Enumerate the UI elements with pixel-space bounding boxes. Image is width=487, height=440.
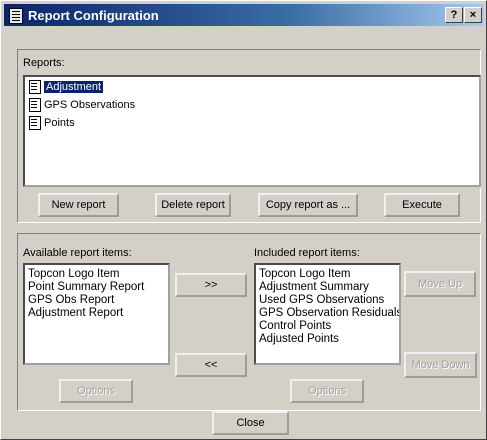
included-item[interactable]: Adjustment Summary	[259, 280, 369, 294]
copy-report-as-button[interactable]: Copy report as ...	[258, 193, 358, 217]
report-item-label: Adjustment	[42, 80, 105, 94]
help-button[interactable]: ?	[445, 7, 463, 23]
included-item[interactable]: GPS Observation Residuals	[259, 306, 399, 320]
reports-list[interactable]: Adjustment GPS Observations Points	[23, 75, 481, 187]
move-up-button[interactable]: Move Up	[404, 271, 476, 297]
included-item[interactable]: Topcon Logo Item	[259, 267, 350, 281]
reports-label: Reports:	[23, 57, 65, 69]
report-app-icon	[9, 8, 23, 24]
report-icon	[29, 98, 41, 113]
report-item-label: Points	[44, 117, 75, 129]
available-items-list[interactable]: Topcon Logo Item Point Summary Report GP…	[23, 263, 170, 365]
report-icon	[29, 116, 41, 131]
report-configuration-dialog: Report Configuration ? × Reports: Adjust…	[0, 0, 487, 440]
add-item-button[interactable]: >>	[175, 273, 247, 297]
move-down-button[interactable]: Move Down	[404, 352, 477, 378]
available-items-label: Available report items:	[23, 247, 132, 259]
remove-item-button[interactable]: <<	[175, 353, 247, 377]
report-item-label: GPS Observations	[44, 99, 136, 111]
execute-button[interactable]: Execute	[384, 193, 460, 217]
title-bar[interactable]: Report Configuration ? ×	[4, 4, 484, 26]
included-options-button[interactable]: Options	[290, 379, 364, 403]
new-report-button[interactable]: New report	[38, 193, 119, 217]
delete-report-button[interactable]: Delete report	[155, 193, 231, 217]
window-title: Report Configuration	[28, 8, 159, 23]
included-item[interactable]: Adjusted Points	[259, 332, 339, 346]
available-options-button[interactable]: Options	[59, 379, 133, 403]
available-item[interactable]: Point Summary Report	[28, 280, 144, 294]
included-items-list[interactable]: Topcon Logo Item Adjustment Summary Used…	[254, 263, 401, 365]
report-item-adjustment[interactable]: Adjustment	[29, 80, 105, 95]
close-window-button[interactable]: ×	[464, 7, 482, 23]
included-item[interactable]: Control Points	[259, 319, 331, 333]
close-button[interactable]: Close	[212, 411, 289, 435]
report-icon	[29, 80, 41, 95]
available-item[interactable]: Topcon Logo Item	[28, 267, 119, 281]
included-items-label: Included report items:	[254, 247, 360, 259]
included-item[interactable]: Used GPS Observations	[259, 293, 384, 307]
available-item[interactable]: Adjustment Report	[28, 306, 123, 320]
report-item-gps-observations[interactable]: GPS Observations	[29, 98, 135, 113]
report-item-points[interactable]: Points	[29, 116, 75, 131]
available-item[interactable]: GPS Obs Report	[28, 293, 114, 307]
